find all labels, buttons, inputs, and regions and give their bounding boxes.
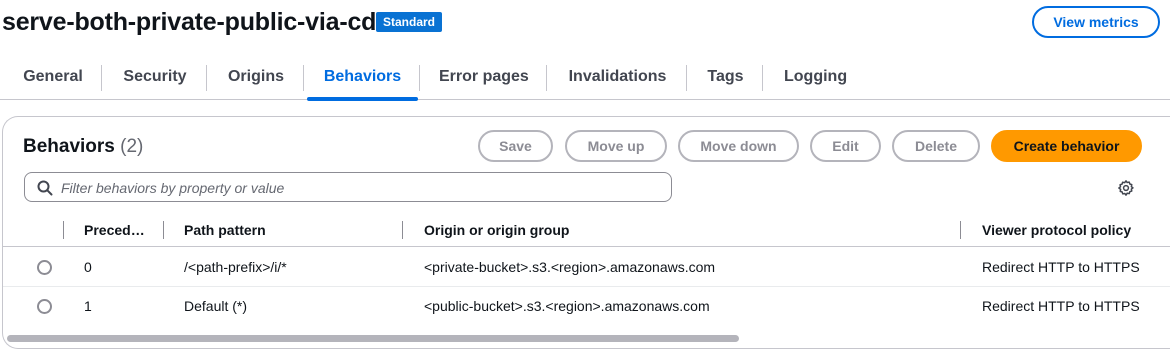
tab-error-pages[interactable]: Error pages — [439, 56, 529, 100]
move-down-button[interactable]: Move down — [678, 130, 799, 162]
delete-button[interactable]: Delete — [892, 130, 980, 162]
tab-logging[interactable]: Logging — [784, 56, 847, 100]
row-radio[interactable] — [37, 299, 52, 314]
row-radio[interactable] — [37, 260, 52, 275]
tab-security[interactable]: Security — [123, 56, 187, 100]
cell-precedence: 1 — [84, 298, 92, 314]
table-header: Preced… Path pattern Origin or origin gr… — [3, 213, 1170, 247]
cell-viewer-protocol: Redirect HTTP to HTTPS — [982, 298, 1140, 314]
cell-precedence: 0 — [84, 259, 92, 275]
tab-divider — [101, 65, 102, 91]
behaviors-count: (2) — [120, 136, 144, 157]
cell-path-pattern: Default (*) — [184, 298, 248, 314]
scrollbar-thumb[interactable] — [7, 335, 739, 342]
panel-title-text: Behaviors — [23, 136, 115, 157]
edit-button[interactable]: Edit — [810, 130, 881, 162]
tab-divider — [419, 65, 420, 91]
tab-divider — [546, 65, 547, 91]
tab-behaviors[interactable]: Behaviors — [307, 56, 418, 101]
column-divider[interactable] — [163, 221, 164, 239]
cell-origin: <private-bucket>.s3.<region>.amazonaws.c… — [424, 259, 716, 275]
column-divider — [63, 221, 64, 239]
cell-origin: <public-bucket>.s3.<region>.amazonaws.co… — [424, 298, 710, 314]
filter-input[interactable] — [61, 178, 661, 198]
gear-icon[interactable] — [1117, 179, 1135, 197]
column-header-origin[interactable]: Origin or origin group — [424, 213, 569, 247]
tab-divider — [206, 65, 207, 91]
tab-origins[interactable]: Origins — [227, 56, 285, 100]
behaviors-panel: Behaviors (2) Save Move up Move down Edi… — [2, 116, 1170, 349]
table-row[interactable]: 1 Default (*) <public-bucket>.s3.<region… — [3, 287, 1170, 325]
status-badge: Standard — [376, 12, 443, 32]
save-button[interactable]: Save — [478, 130, 553, 162]
column-header-viewer-protocol[interactable]: Viewer protocol policy — [982, 213, 1131, 247]
tab-divider — [686, 65, 687, 91]
panel-title: Behaviors (2) — [23, 136, 143, 158]
search-icon — [37, 180, 53, 196]
tab-tags[interactable]: Tags — [707, 56, 744, 100]
column-header-precedence[interactable]: Preced… — [84, 213, 145, 247]
tab-divider — [303, 65, 304, 91]
tab-general[interactable]: General — [22, 56, 84, 100]
cell-path-pattern: /<path-prefix>/i/* — [184, 259, 287, 275]
filter-field[interactable] — [24, 172, 672, 202]
column-divider[interactable] — [402, 221, 403, 239]
create-behavior-button[interactable]: Create behavior — [991, 130, 1142, 162]
page-title: serve-both-private-public-via-cdn — [2, 8, 392, 36]
cell-viewer-protocol: Redirect HTTP to HTTPS — [982, 259, 1140, 275]
table-row[interactable]: 0 /<path-prefix>/i/* <private-bucket>.s3… — [3, 248, 1170, 286]
tab-bar: General Security Origins Behaviors Error… — [0, 56, 1170, 101]
tab-divider — [762, 65, 763, 91]
column-header-path-pattern[interactable]: Path pattern — [184, 213, 266, 247]
horizontal-scrollbar[interactable] — [3, 333, 1170, 343]
page-header: serve-both-private-public-via-cdn Standa… — [0, 0, 1170, 50]
move-up-button[interactable]: Move up — [565, 130, 667, 162]
view-metrics-button[interactable]: View metrics — [1032, 6, 1160, 38]
column-divider[interactable] — [960, 221, 961, 239]
tab-invalidations[interactable]: Invalidations — [568, 56, 667, 100]
